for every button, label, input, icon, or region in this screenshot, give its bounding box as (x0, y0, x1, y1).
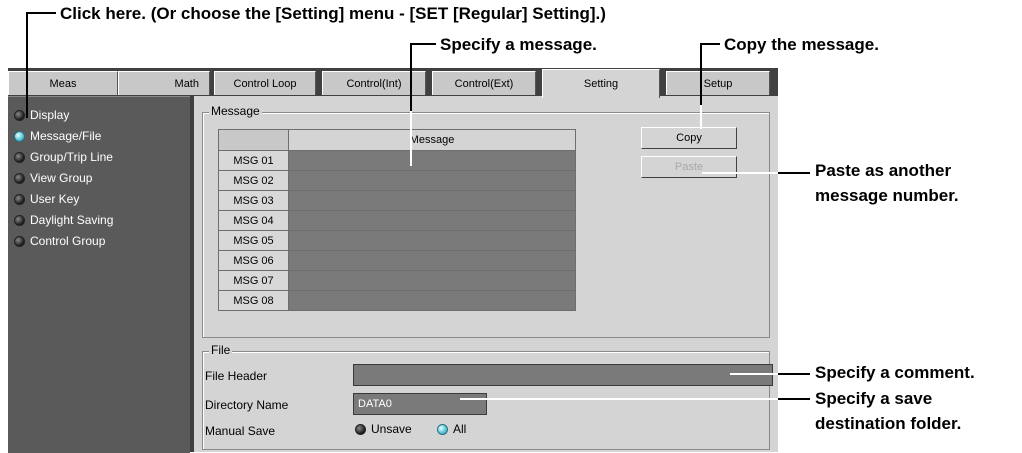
leader-line (730, 373, 778, 375)
led-icon (14, 109, 25, 121)
radio-unsave[interactable]: Unsave (353, 422, 412, 436)
callout-paste-line2: message number. (815, 186, 959, 205)
sidebar-item-user-key[interactable]: User Key (12, 189, 79, 209)
sidebar-item-label: Daylight Saving (30, 213, 114, 227)
tab-control-ext[interactable]: Control(Ext) (432, 71, 536, 95)
setting-window: Meas Math Control Loop Control(Int) Cont… (8, 68, 778, 453)
sidebar-item-view-group[interactable]: View Group (12, 168, 92, 188)
radio-off-icon (355, 423, 366, 435)
file-group-title: File (209, 343, 233, 357)
manual-save-label: Manual Save (205, 424, 276, 438)
callout-specify-message: Specify a message. (440, 35, 597, 54)
message-input-03[interactable] (288, 190, 576, 211)
tab-bar: Meas Math Control Loop Control(Int) Cont… (8, 68, 778, 98)
row-label: MSG 03 (218, 190, 289, 211)
callout-click-here: Click here. (Or choose the [Setting] men… (60, 4, 606, 23)
directory-name-field[interactable]: DATA0 (353, 393, 487, 415)
leader-line (26, 12, 28, 118)
message-input-06[interactable] (288, 250, 576, 271)
paste-button[interactable]: Paste (641, 156, 737, 178)
row-label: MSG 04 (218, 210, 289, 231)
tab-meas[interactable]: Meas (8, 71, 118, 95)
message-group-title: Message (209, 104, 262, 118)
sidebar: Display Message/File Group/Trip Line Vie… (8, 96, 190, 453)
sidebar-item-label: View Group (30, 171, 93, 185)
tab-label: Control(Int) (346, 77, 402, 90)
leader-line (702, 172, 778, 174)
tab-label: Setting (583, 78, 619, 90)
callout-specify-comment: Specify a comment. (815, 363, 975, 382)
radio-unsave-label: Unsave (371, 422, 412, 436)
led-icon (14, 235, 25, 247)
callout-paste-line1: Paste as another (815, 161, 952, 180)
callout-save-line1: Specify a save (815, 389, 933, 408)
led-icon (14, 172, 25, 184)
file-group: File File Header Directory Name DATA0 Ma… (202, 343, 773, 450)
row-label: MSG 02 (218, 170, 289, 191)
sidebar-item-label: Group/Trip Line (30, 150, 113, 164)
led-icon (14, 214, 25, 226)
message-input-02[interactable] (288, 170, 576, 191)
led-on-icon (14, 130, 25, 142)
leader-line (460, 398, 778, 400)
directory-name-label: Directory Name (205, 398, 289, 412)
radio-all[interactable]: All (435, 422, 466, 436)
tab-label: Setup (703, 77, 733, 90)
tab-label: Control Loop (233, 77, 297, 90)
row-label: MSG 07 (218, 270, 289, 291)
message-group: Message Message MSG 01 MSG 02 MSG 03 MSG… (202, 104, 770, 338)
message-input-04[interactable] (288, 210, 576, 231)
tab-setup[interactable]: Setup (666, 71, 770, 95)
message-input-08[interactable] (288, 290, 576, 311)
sidebar-item-message-file[interactable]: Message/File (12, 126, 101, 146)
file-header-label: File Header (205, 369, 268, 383)
tab-label: Math (174, 77, 199, 90)
row-label: MSG 06 (218, 250, 289, 271)
led-icon (14, 193, 25, 205)
row-label: MSG 01 (218, 150, 289, 171)
tab-label: Control(Ext) (454, 77, 514, 90)
leader-line (700, 105, 702, 129)
sidebar-item-label: Message/File (30, 129, 102, 143)
sidebar-item-label: User Key (30, 192, 80, 206)
row-label: MSG 08 (218, 290, 289, 311)
tab-control-loop[interactable]: Control Loop (214, 71, 316, 95)
message-input-01[interactable] (288, 150, 576, 171)
message-column-header: Message (288, 129, 576, 151)
message-table: Message MSG 01 MSG 02 MSG 03 MSG 04 MSG … (218, 129, 576, 311)
tab-setting[interactable]: Setting (542, 69, 660, 98)
message-input-07[interactable] (288, 270, 576, 291)
tab-math[interactable]: Math (118, 71, 210, 95)
sidebar-item-daylight-saving[interactable]: Daylight Saving (12, 210, 113, 230)
led-icon (14, 151, 25, 163)
sidebar-item-label: Display (30, 108, 70, 122)
leader-line (778, 373, 810, 375)
sidebar-item-display[interactable]: Display (12, 105, 69, 125)
sidebar-item-group-trip-line[interactable]: Group/Trip Line (12, 147, 113, 167)
leader-line (26, 12, 56, 14)
message-input-05[interactable] (288, 230, 576, 251)
copy-button[interactable]: Copy (641, 127, 737, 149)
callout-copy-message: Copy the message. (724, 35, 879, 54)
leader-line (410, 43, 436, 45)
table-corner (218, 129, 289, 151)
leader-line (778, 398, 810, 400)
leader-line (410, 43, 412, 111)
leader-line (410, 111, 412, 166)
row-label: MSG 05 (218, 230, 289, 251)
sidebar-item-control-group[interactable]: Control Group (12, 231, 105, 251)
file-header-field[interactable] (353, 364, 773, 386)
leader-line (700, 43, 702, 105)
sidebar-item-label: Control Group (30, 234, 106, 248)
leader-line (700, 43, 720, 45)
radio-all-label: All (453, 422, 467, 436)
leader-line (778, 172, 810, 174)
radio-on-icon (437, 423, 448, 435)
tab-label: Meas (49, 77, 77, 90)
callout-save-line2: destination folder. (815, 414, 962, 433)
